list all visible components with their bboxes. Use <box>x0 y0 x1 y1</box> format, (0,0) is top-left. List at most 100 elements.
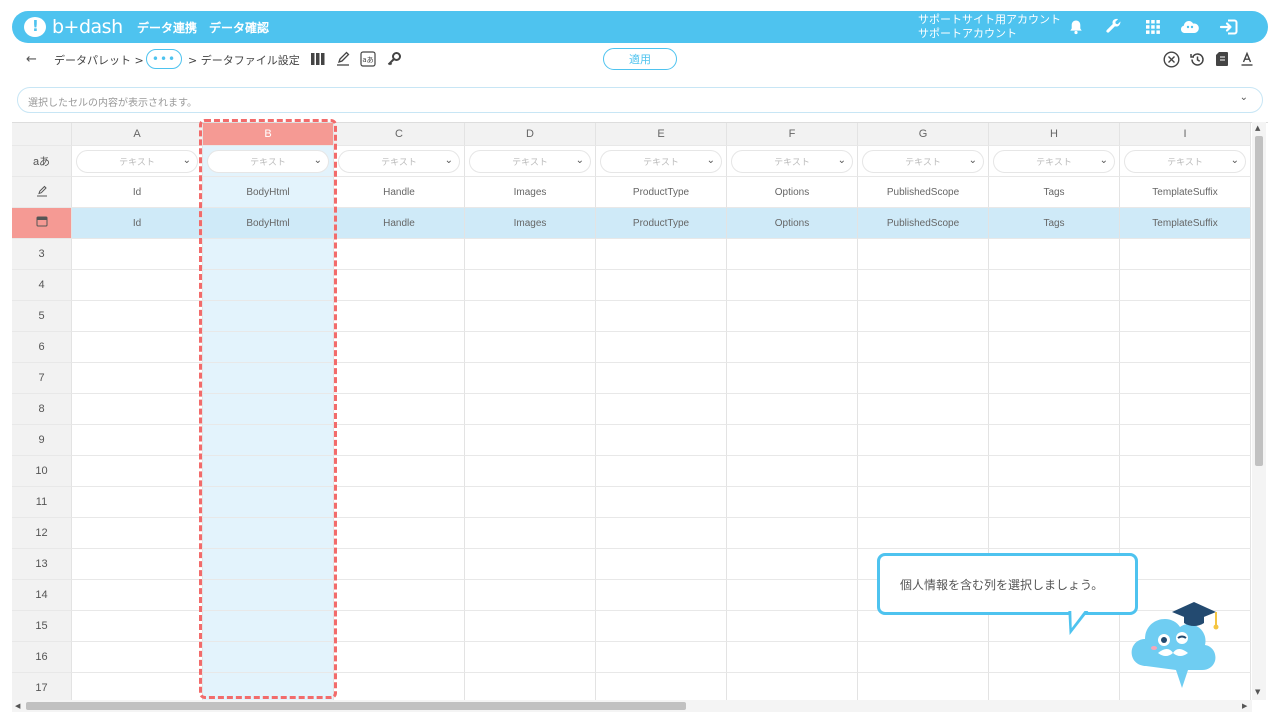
type-select-b[interactable]: テキスト ⌄ <box>207 149 329 173</box>
table-cell[interactable] <box>203 425 334 456</box>
table-cell[interactable] <box>334 642 465 673</box>
type-select-g[interactable]: テキスト ⌄ <box>862 149 984 173</box>
table-cell[interactable]: ProductType <box>596 208 727 239</box>
table-cell[interactable] <box>334 456 465 487</box>
table-cell[interactable] <box>72 611 203 642</box>
table-cell[interactable] <box>334 580 465 611</box>
breadcrumb-more-button[interactable]: ••• <box>146 49 182 69</box>
table-cell[interactable] <box>727 301 858 332</box>
table-cell[interactable] <box>858 487 989 518</box>
table-cell[interactable] <box>1120 456 1251 487</box>
row-number[interactable]: 14 <box>12 580 72 611</box>
row-number[interactable]: 17 <box>12 673 72 700</box>
table-cell[interactable] <box>465 549 596 580</box>
type-select-h[interactable]: テキスト ⌄ <box>993 149 1115 173</box>
row-number[interactable]: 13 <box>12 549 72 580</box>
table-cell[interactable] <box>596 611 727 642</box>
history-icon[interactable] <box>1188 50 1206 68</box>
table-cell[interactable] <box>72 239 203 270</box>
table-cell[interactable] <box>72 642 203 673</box>
table-cell[interactable] <box>1120 425 1251 456</box>
row-number[interactable]: 11 <box>12 487 72 518</box>
table-cell[interactable] <box>203 611 334 642</box>
table-cell[interactable] <box>334 673 465 700</box>
column-header-g[interactable]: G <box>858 123 989 146</box>
table-cell[interactable] <box>596 642 727 673</box>
table-cell[interactable] <box>596 518 727 549</box>
table-cell[interactable] <box>465 487 596 518</box>
table-cell[interactable] <box>203 580 334 611</box>
table-cell[interactable] <box>858 301 989 332</box>
table-cell[interactable] <box>727 394 858 425</box>
table-cell[interactable]: Handle <box>334 208 465 239</box>
table-cell[interactable]: Images <box>465 208 596 239</box>
table-cell[interactable] <box>465 332 596 363</box>
table-cell[interactable] <box>334 487 465 518</box>
table-cell[interactable] <box>334 363 465 394</box>
table-cell[interactable]: PublishedScope <box>858 208 989 239</box>
table-cell[interactable] <box>1120 239 1251 270</box>
table-cell[interactable] <box>465 456 596 487</box>
table-cell[interactable] <box>596 301 727 332</box>
logout-icon[interactable] <box>1219 17 1239 37</box>
chevron-down-icon[interactable]: ⌄ <box>1100 155 1108 166</box>
type-select-i[interactable]: テキスト ⌄ <box>1124 149 1246 173</box>
chevron-down-icon[interactable]: ⌄ <box>969 155 977 166</box>
table-cell[interactable] <box>858 394 989 425</box>
table-cell[interactable] <box>72 549 203 580</box>
table-cell[interactable] <box>858 642 989 673</box>
column-header-d[interactable]: D <box>465 123 596 146</box>
chevron-down-icon[interactable]: ⌄ <box>1231 155 1239 166</box>
column-name-cell[interactable]: BodyHtml <box>203 177 334 208</box>
table-cell[interactable] <box>203 394 334 425</box>
table-cell[interactable] <box>858 270 989 301</box>
account-info[interactable]: サポートサイト用アカウント サポートアカウント <box>918 13 1061 41</box>
row-number[interactable]: 10 <box>12 456 72 487</box>
breadcrumb-data-palette[interactable]: データパレット > <box>54 52 144 68</box>
table-cell[interactable] <box>334 518 465 549</box>
table-cell[interactable] <box>465 642 596 673</box>
chevron-down-icon[interactable]: ⌄ <box>445 155 453 166</box>
table-cell[interactable] <box>727 363 858 394</box>
scroll-left-arrow-icon[interactable]: ◀ <box>15 702 20 710</box>
document-icon[interactable] <box>1213 50 1231 68</box>
type-select-f[interactable]: テキスト ⌄ <box>731 149 853 173</box>
table-cell[interactable] <box>465 363 596 394</box>
table-cell[interactable] <box>334 611 465 642</box>
table-cell[interactable] <box>72 456 203 487</box>
table-cell[interactable] <box>989 239 1120 270</box>
table-cell[interactable] <box>989 487 1120 518</box>
key-icon[interactable] <box>385 50 403 68</box>
chevron-down-icon[interactable]: ⌄ <box>1240 92 1248 103</box>
table-cell[interactable] <box>203 673 334 700</box>
type-select-a[interactable]: テキスト ⌄ <box>76 149 198 173</box>
column-name-cell[interactable]: TemplateSuffix <box>1120 177 1251 208</box>
column-header-e[interactable]: E <box>596 123 727 146</box>
wrench-icon[interactable] <box>1104 17 1124 37</box>
row-number[interactable]: 16 <box>12 642 72 673</box>
row-number[interactable]: 7 <box>12 363 72 394</box>
edit-icon[interactable] <box>334 50 352 68</box>
chevron-down-icon[interactable]: ⌄ <box>707 155 715 166</box>
back-arrow-icon[interactable]: ← <box>26 52 37 67</box>
table-cell[interactable] <box>72 487 203 518</box>
table-cell[interactable] <box>203 363 334 394</box>
scroll-right-arrow-icon[interactable]: ▶ <box>1242 702 1247 710</box>
table-cell[interactable] <box>72 580 203 611</box>
table-cell[interactable] <box>858 425 989 456</box>
bdash-logo[interactable]: b+dash <box>24 15 123 39</box>
scroll-up-arrow-icon[interactable]: ▲ <box>1255 124 1260 132</box>
table-cell[interactable] <box>203 487 334 518</box>
table-cell[interactable] <box>465 580 596 611</box>
table-cell[interactable] <box>989 270 1120 301</box>
table-cell[interactable] <box>1120 301 1251 332</box>
table-cell[interactable] <box>596 332 727 363</box>
table-cell[interactable] <box>727 518 858 549</box>
table-cell[interactable] <box>334 239 465 270</box>
chevron-down-icon[interactable]: ⌄ <box>314 155 322 166</box>
table-cell[interactable] <box>465 611 596 642</box>
table-cell[interactable] <box>596 487 727 518</box>
table-cell[interactable] <box>727 611 858 642</box>
table-cell[interactable]: Options <box>727 208 858 239</box>
scroll-down-arrow-icon[interactable]: ▼ <box>1255 688 1260 696</box>
